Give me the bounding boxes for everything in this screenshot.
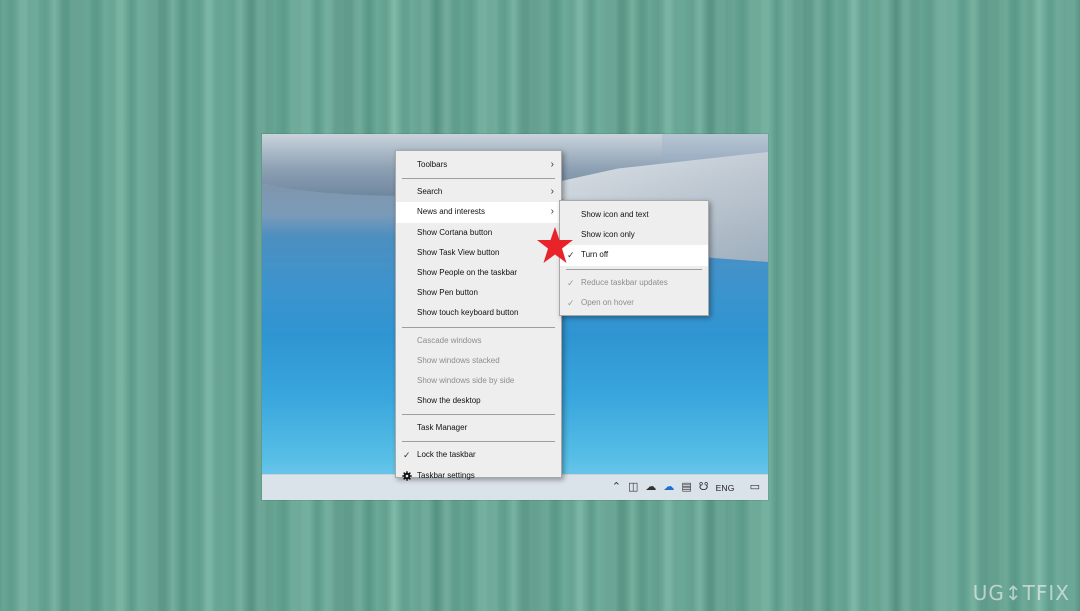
menu-item-label: Show windows stacked bbox=[417, 355, 500, 365]
submenu-item-show-icon-only[interactable]: Show icon only bbox=[560, 225, 708, 245]
menu-item-label: Show icon and text bbox=[581, 210, 649, 219]
menu-item-show-touch-keyboard[interactable]: Show touch keyboard button bbox=[396, 303, 561, 323]
menu-item-label: Show Task View button bbox=[417, 247, 500, 257]
menu-item-label: Show windows side by side bbox=[417, 375, 515, 385]
menu-item-show-windows-side-by-side: Show windows side by side bbox=[396, 371, 561, 391]
checkmark-icon: ✓ bbox=[567, 277, 575, 288]
menu-item-news-and-interests[interactable]: News and interests › bbox=[396, 202, 561, 223]
taskbar-context-menu: Toolbars › Search › News and interests ›… bbox=[395, 150, 562, 481]
watermark-logo: UG↕TFIX bbox=[972, 581, 1070, 605]
news-and-interests-submenu: Show icon and text Show icon only ✓ Turn… bbox=[559, 200, 709, 316]
menu-item-cascade-windows: Cascade windows bbox=[396, 331, 561, 351]
usb-icon[interactable]: ◫ bbox=[628, 482, 638, 493]
system-tray: ⌃ ◫ ☁ ☁ ▤ ☋ ENG ▭ bbox=[612, 475, 760, 500]
menu-item-lock-taskbar[interactable]: ✓ Lock the taskbar bbox=[396, 445, 561, 465]
menu-item-toolbars[interactable]: Toolbars › bbox=[396, 155, 561, 175]
checkmark-icon: ✓ bbox=[403, 450, 411, 461]
chevron-up-icon[interactable]: ⌃ bbox=[612, 482, 621, 493]
chevron-right-icon: › bbox=[550, 206, 554, 218]
menu-item-label: Show touch keyboard button bbox=[417, 308, 519, 318]
gear-icon bbox=[402, 470, 412, 481]
network-icon[interactable]: ▤ bbox=[681, 482, 691, 493]
menu-item-label: Taskbar settings bbox=[417, 470, 475, 480]
menu-item-label: Search bbox=[417, 187, 443, 197]
menu-separator bbox=[402, 178, 555, 180]
checkmark-icon: ✓ bbox=[567, 297, 575, 308]
menu-item-taskbar-settings[interactable]: Taskbar settings bbox=[396, 466, 561, 486]
submenu-item-show-icon-and-text[interactable]: Show icon and text bbox=[560, 205, 708, 225]
volume-icon[interactable]: ☋ bbox=[699, 482, 709, 493]
submenu-item-open-on-hover: ✓ Open on hover bbox=[560, 293, 708, 313]
menu-item-search[interactable]: Search › bbox=[396, 182, 561, 202]
menu-separator bbox=[402, 414, 555, 416]
action-center-icon[interactable]: ▭ bbox=[750, 482, 760, 493]
cloud-outline-icon[interactable]: ☁ bbox=[645, 482, 656, 493]
menu-item-label: Show the desktop bbox=[417, 396, 481, 406]
menu-item-label: Reduce taskbar updates bbox=[581, 277, 668, 287]
menu-item-label: Show Cortana button bbox=[417, 227, 493, 237]
menu-item-label: Open on hover bbox=[581, 297, 634, 307]
menu-item-label: Lock the taskbar bbox=[417, 450, 476, 460]
menu-item-label: Cascade windows bbox=[417, 335, 482, 345]
menu-item-show-pen-button[interactable]: Show Pen button bbox=[396, 283, 561, 303]
chevron-right-icon: › bbox=[550, 159, 554, 170]
menu-item-label: Show People on the taskbar bbox=[417, 267, 518, 277]
menu-separator bbox=[402, 441, 555, 443]
red-star-annotation-icon bbox=[537, 227, 573, 263]
submenu-item-turn-off[interactable]: ✓ Turn off bbox=[560, 245, 708, 266]
menu-item-show-windows-stacked: Show windows stacked bbox=[396, 351, 561, 371]
submenu-item-reduce-taskbar-updates: ✓ Reduce taskbar updates bbox=[560, 273, 708, 293]
menu-item-label: Show Pen button bbox=[417, 288, 478, 298]
menu-item-show-desktop[interactable]: Show the desktop bbox=[396, 391, 561, 411]
menu-item-label: Toolbars bbox=[417, 160, 448, 169]
language-indicator[interactable]: ENG bbox=[716, 483, 735, 493]
menu-item-label: Turn off bbox=[581, 250, 609, 260]
menu-item-label: News and interests bbox=[417, 207, 486, 217]
menu-separator bbox=[402, 326, 555, 328]
menu-item-task-manager[interactable]: Task Manager bbox=[396, 418, 561, 438]
menu-separator bbox=[566, 268, 702, 270]
onedrive-icon[interactable]: ☁ bbox=[663, 482, 674, 493]
chevron-right-icon: › bbox=[550, 186, 554, 198]
menu-item-label: Task Manager bbox=[417, 423, 468, 433]
menu-item-label: Show icon only bbox=[581, 230, 635, 240]
